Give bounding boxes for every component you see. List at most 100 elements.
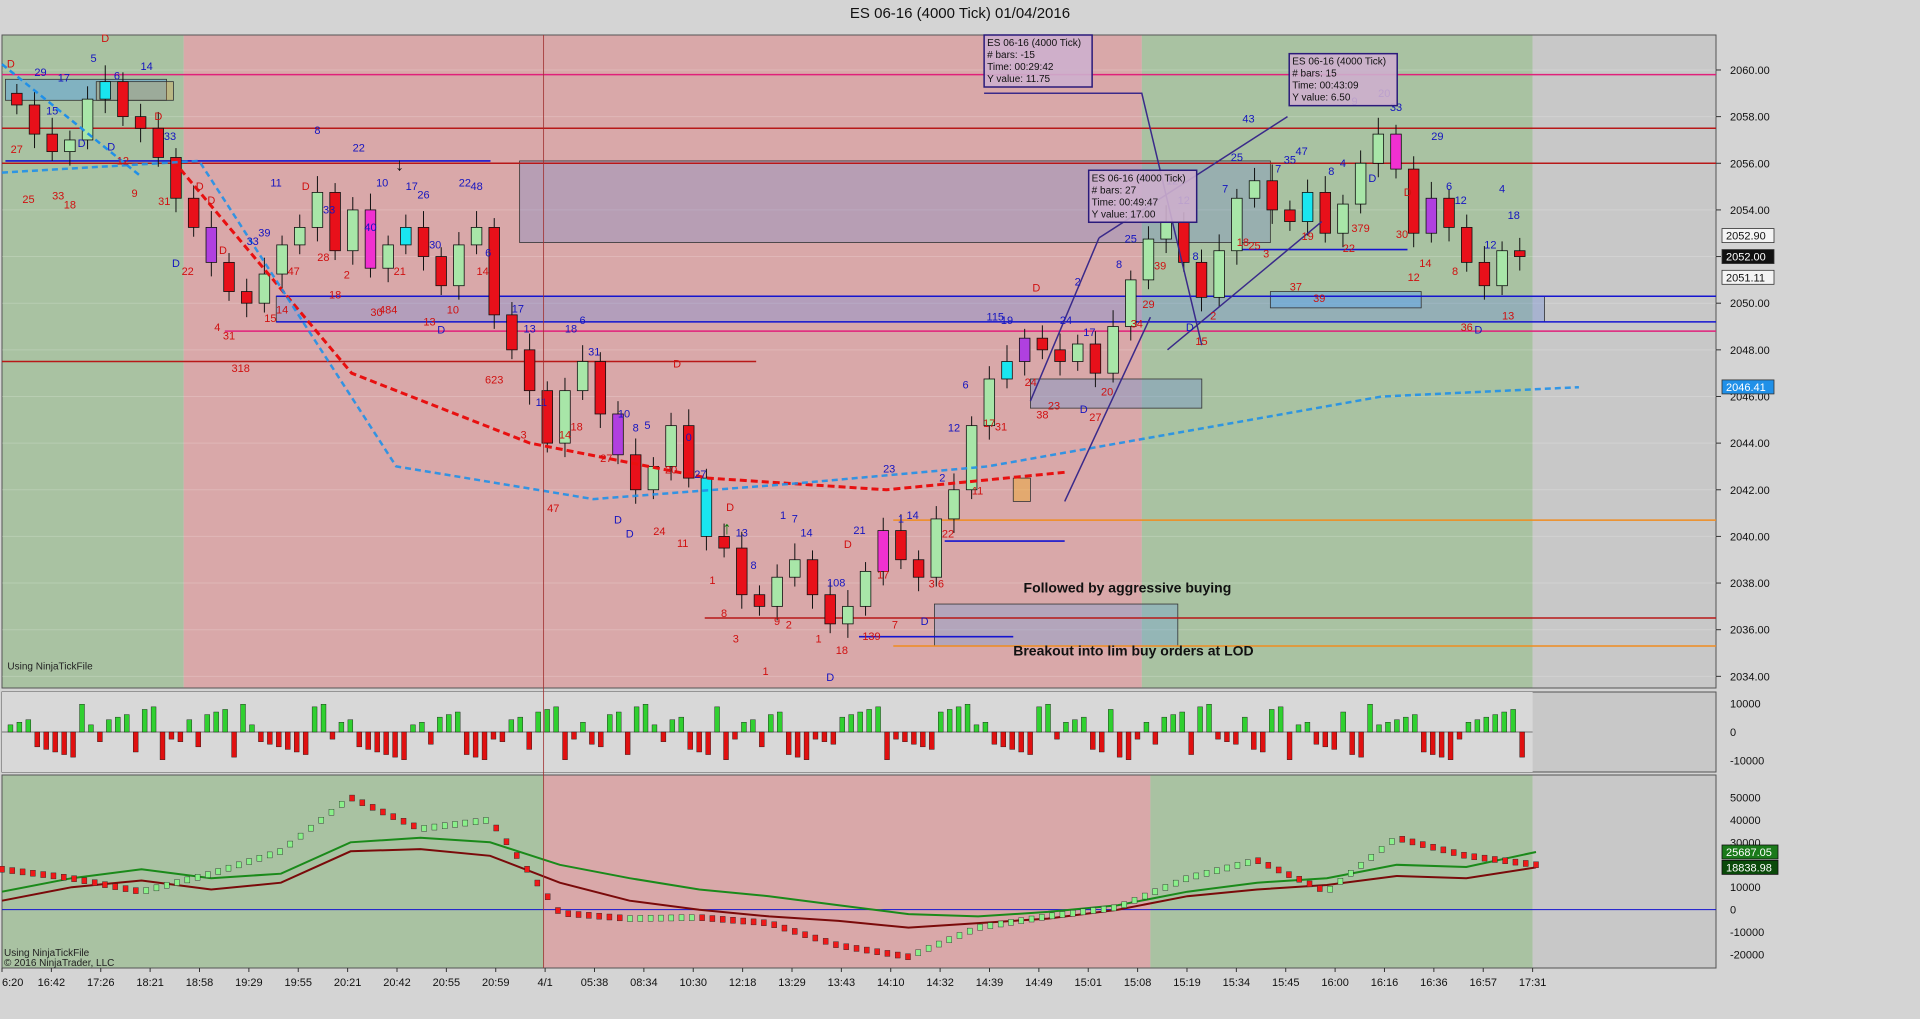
volume-bar — [150, 706, 157, 733]
cumdelta-brick — [1059, 911, 1066, 918]
candle-body — [1319, 192, 1331, 234]
x-axis-label: 13:43 — [828, 977, 856, 989]
cumdelta-brick — [709, 915, 716, 922]
chart-window: ES 06-16 (4000 Tick) 01/04/2016 D 27 29 25 1… — [0, 0, 1920, 1014]
volume-bar — [115, 716, 121, 733]
cumdelta-brick — [936, 940, 942, 948]
volume-bar — [88, 724, 94, 733]
cumdelta-brick — [256, 855, 263, 862]
candle-body — [1054, 349, 1066, 362]
x-axis-label: 14:32 — [926, 977, 954, 989]
bar-label: D — [437, 325, 445, 337]
cumdelta-brick — [400, 818, 407, 825]
cumdelta-brick — [1142, 892, 1148, 900]
volume-bar — [946, 709, 953, 733]
volume-bar — [1206, 704, 1212, 733]
measure-box-line: Y value: 17.00 — [1092, 209, 1156, 220]
candle-body — [1248, 180, 1261, 199]
volume-bar — [562, 731, 568, 760]
x-axis-label: 15:08 — [1124, 977, 1152, 989]
price-axis-label: 2040.00 — [1730, 531, 1770, 543]
bar-label: D — [826, 672, 834, 684]
bar-label: 20 — [1101, 386, 1113, 398]
bar-label: 12 — [1455, 195, 1467, 207]
candle-body — [1337, 203, 1349, 234]
candle-body — [470, 227, 483, 246]
candle-body — [1018, 337, 1031, 362]
candle-body — [930, 518, 942, 578]
cumdelta-brick — [91, 879, 98, 886]
bar-label: 484 — [379, 305, 397, 317]
volume-bar — [1000, 731, 1006, 748]
candle-body — [665, 425, 677, 467]
bar-label: 2 — [939, 473, 945, 485]
bar-label: 25 — [1248, 241, 1260, 253]
volume-bar — [446, 714, 452, 733]
volume-delta-panel[interactable] — [1, 691, 1717, 773]
cumdelta-brick — [1461, 851, 1467, 859]
volume-bar — [70, 731, 76, 758]
cumdelta-brick — [102, 881, 108, 888]
volume-bar — [1277, 706, 1284, 733]
volume-bar — [1340, 711, 1346, 733]
volume-bar — [1108, 709, 1114, 733]
volume-bar — [571, 731, 577, 740]
bar-label: 8 — [633, 423, 639, 435]
volume-bar — [276, 731, 282, 748]
measure-box-line: # bars: -15 — [987, 50, 1035, 61]
cumdelta-brick — [905, 953, 911, 960]
candle-body — [1390, 133, 1402, 170]
bar-label: 6 — [485, 248, 491, 260]
cumdelta-brick — [71, 875, 77, 882]
x-axis-label: 19:29 — [235, 977, 263, 989]
volume-bar — [1286, 731, 1293, 760]
cumulative-delta-panel[interactable] — [0, 774, 1717, 969]
volume-bar — [955, 706, 962, 733]
x-axis-label: 20:42 — [383, 977, 411, 989]
bar-label: 13 — [523, 323, 535, 335]
bar-label: 34 — [1131, 319, 1143, 331]
candle-body — [134, 116, 147, 129]
bar-label: 11 — [270, 178, 281, 190]
x-axis-label: 20:59 — [482, 977, 510, 989]
price-axis-label: 2034.00 — [1730, 671, 1770, 683]
candle-body — [1478, 261, 1491, 287]
bar-label: 0 — [686, 432, 692, 444]
volume-bar — [1474, 719, 1481, 733]
cumdelta-brick — [884, 950, 891, 957]
volume-bar — [964, 704, 971, 733]
price-panel[interactable]: D272925153317185DDD612149D3133DD22D4D313… — [1, 33, 1717, 689]
volume-bar — [973, 724, 980, 733]
bar-label: 2 — [1075, 277, 1081, 289]
cumdelta-brick — [442, 822, 448, 829]
volume-bar — [785, 731, 792, 755]
candle-body — [576, 361, 589, 392]
volume-bar — [1045, 704, 1051, 733]
bar-label: 47 — [1295, 146, 1307, 158]
cumdelta-brick — [1430, 844, 1436, 851]
bar-label: D — [1032, 283, 1040, 295]
volume-axis-label: 10000 — [1730, 698, 1761, 710]
price-axis-label: 2060.00 — [1730, 65, 1770, 77]
cumdelta-brick — [1399, 836, 1405, 843]
cumdelta-brick — [236, 861, 242, 869]
panel-tick-file-label: Using NinjaTickFile — [7, 661, 93, 672]
bar-label: 6 — [114, 70, 120, 82]
volume-bar — [1143, 722, 1150, 733]
bar-label: 108 — [827, 578, 845, 590]
cumdelta-brick — [19, 868, 26, 876]
volume-bar — [401, 731, 407, 760]
bar-label: 7 — [792, 513, 798, 525]
price-axis-label: 2048.00 — [1730, 345, 1770, 357]
bar-label: 1 — [762, 666, 768, 678]
volume-bar — [222, 709, 228, 733]
volume-bar — [455, 711, 461, 733]
chart-canvas[interactable]: ES 06-16 (4000 Tick) 01/04/2016 D2729251… — [0, 0, 1920, 1014]
cumdelta-brick — [925, 945, 932, 952]
bar-label: 3 — [733, 634, 739, 646]
x-axis-label: 18:58 — [186, 977, 214, 989]
volume-bar — [61, 731, 67, 755]
volume-bar — [991, 731, 998, 745]
volume-bar — [1099, 731, 1105, 753]
bar-label: 18 — [570, 421, 582, 433]
